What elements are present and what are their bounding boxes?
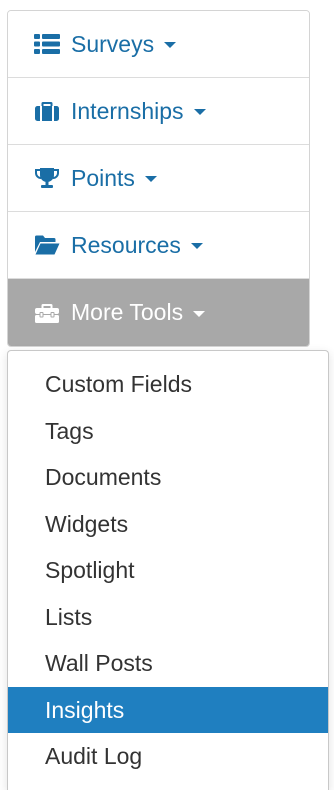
- nav-item-label: Internships: [71, 97, 184, 124]
- menu-item-insights[interactable]: Insights: [8, 686, 328, 733]
- menu-item-wall-posts[interactable]: Wall Posts: [8, 640, 328, 687]
- nav-item-internships[interactable]: Internships: [8, 78, 309, 145]
- caret-down-icon: [193, 109, 206, 115]
- menu-item-documents[interactable]: Documents: [8, 454, 328, 501]
- nav-item-label: Surveys: [71, 30, 155, 57]
- nav-item-label: Points: [71, 164, 135, 191]
- menu-item-spotlight[interactable]: Spotlight: [8, 547, 328, 594]
- caret-down-icon: [164, 42, 177, 48]
- nav-item-more-tools[interactable]: More Tools: [8, 279, 309, 346]
- folder-open-icon: [33, 233, 61, 257]
- trophy-icon: [33, 166, 61, 190]
- nav-item-label: More Tools: [71, 299, 184, 325]
- nav-item-label: Resources: [71, 231, 181, 258]
- more-tools-dropdown-menu: Custom Fields Tags Documents Widgets Spo…: [7, 350, 329, 790]
- nav-item-resources[interactable]: Resources: [8, 212, 309, 279]
- caret-down-icon: [190, 243, 203, 249]
- menu-item-audit-log[interactable]: Audit Log: [8, 733, 328, 780]
- menu-item-custom-fields[interactable]: Custom Fields: [8, 361, 328, 408]
- caret-down-icon: [144, 176, 157, 182]
- menu-item-widgets[interactable]: Widgets: [8, 501, 328, 548]
- briefcase-icon: [33, 99, 61, 123]
- caret-down-icon: [193, 310, 206, 317]
- toolbox-icon: [33, 301, 61, 325]
- nav-item-surveys[interactable]: Surveys: [8, 11, 309, 78]
- menu-item-tags[interactable]: Tags: [8, 408, 328, 455]
- menu-item-lists[interactable]: Lists: [8, 594, 328, 641]
- nav-item-points[interactable]: Points: [8, 145, 309, 212]
- list-icon: [33, 32, 61, 56]
- tools-nav: Surveys Internships Points Resources Mor…: [7, 10, 310, 347]
